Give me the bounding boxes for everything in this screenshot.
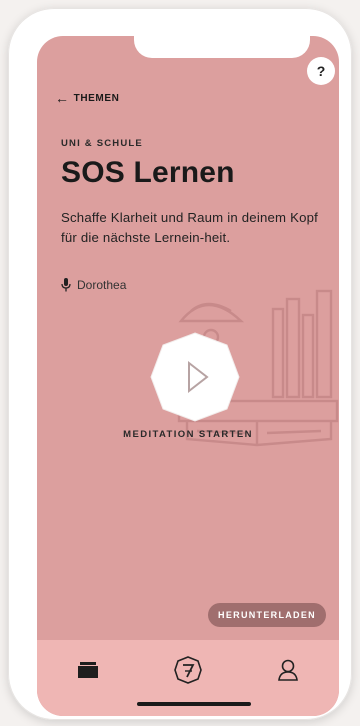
app-screen: ? ← THEMEN UNI & SCHULE SOS Lernen Schaf… (37, 36, 339, 716)
profile-icon (278, 659, 298, 681)
tab-bar (37, 640, 339, 716)
page-title: SOS Lernen (61, 156, 235, 189)
back-to-topics-link[interactable]: ← THEMEN (55, 91, 119, 105)
tab-library[interactable] (70, 652, 106, 688)
play-meditation-button[interactable] (147, 329, 243, 425)
tab-profile[interactable] (270, 652, 306, 688)
seven-logo-icon (174, 656, 202, 684)
help-button[interactable]: ? (307, 57, 335, 85)
home-indicator (137, 702, 251, 706)
back-label: THEMEN (73, 92, 120, 104)
arrow-left-icon: ← (55, 90, 70, 106)
download-button[interactable]: HERUNTERLADEN (208, 603, 326, 627)
stack-icon (78, 662, 98, 678)
device-notch (134, 36, 310, 58)
tab-home[interactable] (170, 652, 206, 688)
phone-frame: ? ← THEMEN UNI & SCHULE SOS Lernen Schaf… (8, 8, 352, 720)
speaker-name: Dorothea (77, 278, 127, 292)
category-label: UNI & SCHULE (61, 138, 143, 149)
start-meditation-label[interactable]: MEDITATION STARTEN (37, 429, 339, 440)
speaker-info: Dorothea (61, 278, 126, 292)
meditation-description: Schaffe Klarheit und Raum in deinem Kopf… (61, 210, 319, 245)
microphone-icon (61, 278, 71, 292)
